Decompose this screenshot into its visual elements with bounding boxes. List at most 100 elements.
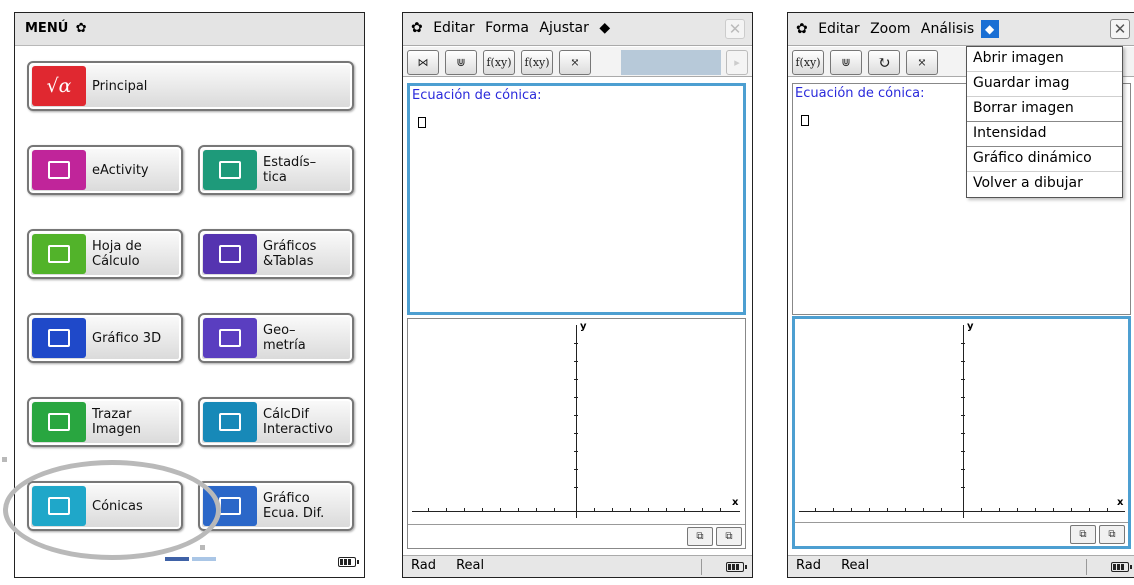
menu-item-dynamic-graph[interactable]: Gráfico dinámico xyxy=(967,147,1122,172)
conics-screen: ✿ Editar Forma Ajustar ◆ ✕ ⋈ ⋓ f(xy) f(x… xyxy=(402,12,753,578)
fxy-draw-icon[interactable]: f(xy) xyxy=(521,50,553,75)
y-axis-label: y xyxy=(580,321,587,332)
battery-icon xyxy=(338,557,359,567)
status-divider xyxy=(1086,559,1087,575)
app-statistics-button[interactable]: Estadís– tica xyxy=(198,145,354,195)
paste-icon[interactable]: ⧉ xyxy=(1099,525,1125,544)
statistics-icon xyxy=(203,150,257,190)
conics-icon xyxy=(32,486,86,526)
menu-edit[interactable]: Editar xyxy=(818,21,859,37)
app-label: Trazar Imagen xyxy=(92,407,141,437)
menu-item-open-image[interactable]: Abrir imagen xyxy=(967,47,1122,72)
menu-bar: ✿ Editar Forma Ajustar ◆ xyxy=(403,13,752,46)
close-icon[interactable]: ✕ xyxy=(725,19,745,39)
gear-icon[interactable]: ✿ xyxy=(76,21,87,36)
input-cursor[interactable] xyxy=(418,117,426,128)
toolbar-scroll-icon[interactable]: ▸ xyxy=(726,50,748,75)
highlight-dot xyxy=(2,457,7,462)
menu-item-intensity[interactable]: Intensidad xyxy=(967,122,1122,147)
app-geometry-button[interactable]: Geo– metría xyxy=(198,313,354,363)
y-axis-label: y xyxy=(967,321,974,332)
equation-editor[interactable]: Ecuación de cónica: xyxy=(407,83,746,315)
eactivity-icon xyxy=(32,150,86,190)
diamond-menu-icon[interactable]: ◆ xyxy=(599,20,610,36)
app-principal-button[interactable]: √α Principal xyxy=(27,61,354,111)
app-label: eActivity xyxy=(92,162,149,178)
toolbar: ⋈ ⋓ f(xy) f(xy) ⤧ ▸ xyxy=(403,47,752,77)
status-divider xyxy=(701,559,702,575)
menu-analysis[interactable]: Análisis xyxy=(921,21,974,37)
app-diffeq-graph-button[interactable]: Gráfico Ecua. Dif. xyxy=(198,481,354,531)
y-axis xyxy=(576,325,577,518)
copy-icon[interactable]: ⧉ xyxy=(1070,525,1096,544)
app-label: CálcDif Interactivo xyxy=(263,407,333,437)
graph-window[interactable]: y x ⧉ ⧉ xyxy=(792,316,1131,549)
parabola-icon[interactable]: ⋓ xyxy=(830,50,862,75)
app-spreadsheet-button[interactable]: Hoja de Cálculo xyxy=(27,229,183,279)
app-picture-plot-button[interactable]: Trazar Imagen xyxy=(27,397,183,447)
resize-icon[interactable]: ⤧ xyxy=(559,50,591,75)
redraw-icon[interactable]: ↻ xyxy=(868,50,900,75)
app-graph3d-button[interactable]: Gráfico 3D xyxy=(27,313,183,363)
page-dot-active xyxy=(165,557,189,561)
fxy-down-icon[interactable]: f(xy) xyxy=(483,50,515,75)
app-eactivity-button[interactable]: eActivity xyxy=(27,145,183,195)
equation-label: Ecuación de cónica: xyxy=(795,86,925,101)
diffcalc-icon xyxy=(203,402,257,442)
angle-mode[interactable]: Rad xyxy=(411,558,436,573)
parabola-icon[interactable]: ⋓ xyxy=(445,50,477,75)
toolbar-empty-area xyxy=(621,50,721,75)
x-axis xyxy=(799,511,1125,512)
app-label: Gráfico Ecua. Dif. xyxy=(263,491,325,521)
x-axis-label: x xyxy=(732,497,739,508)
graph-command-bar: ⧉ ⧉ xyxy=(795,522,1128,546)
app-label: Principal xyxy=(92,78,148,94)
graph-table-icon xyxy=(203,234,257,274)
menu-bar: ✿ Editar Zoom Análisis ◆ xyxy=(788,13,1134,46)
number-mode[interactable]: Real xyxy=(456,558,484,573)
app-label: Estadís– tica xyxy=(263,155,317,185)
close-icon[interactable]: ✕ xyxy=(1110,19,1130,39)
menu-zoom[interactable]: Zoom xyxy=(870,21,910,37)
x-axis-label: x xyxy=(1117,497,1124,508)
highlight-dot xyxy=(200,545,205,550)
number-mode[interactable]: Real xyxy=(841,558,869,573)
sqrt-alpha-icon: √α xyxy=(32,66,86,106)
diffeq-graph-icon xyxy=(203,486,257,526)
y-axis xyxy=(963,325,964,518)
battery-icon xyxy=(726,562,747,572)
resize-icon[interactable]: ⤧ xyxy=(906,50,938,75)
diamond-dropdown-menu: Abrir imagen Guardar imag Borrar imagen … xyxy=(966,46,1123,198)
app-label: Gráfico 3D xyxy=(92,330,162,346)
app-label: Geo– metría xyxy=(263,323,306,353)
copy-icon[interactable]: ⧉ xyxy=(687,527,713,546)
angle-mode[interactable]: Rad xyxy=(796,558,821,573)
menu-item-redraw[interactable]: Volver a dibujar xyxy=(967,172,1122,197)
fxy-icon[interactable]: f(xy) xyxy=(792,50,824,75)
picture-plot-icon xyxy=(32,402,86,442)
input-cursor[interactable] xyxy=(801,115,809,126)
menu-title-bar: MENÚ ✿ xyxy=(15,13,364,46)
gear-icon[interactable]: ✿ xyxy=(411,20,423,36)
app-label: Gráficos &Tablas xyxy=(263,239,317,269)
gear-icon[interactable]: ✿ xyxy=(796,21,808,37)
graph-command-bar: ⧉ ⧉ xyxy=(408,524,745,548)
app-label: Cónicas xyxy=(92,498,143,514)
battery-icon xyxy=(1111,562,1132,572)
menu-adjust[interactable]: Ajustar xyxy=(539,20,588,36)
paste-icon[interactable]: ⧉ xyxy=(716,527,742,546)
app-conics-button[interactable]: Cónicas xyxy=(27,481,183,531)
app-graph-table-button[interactable]: Gráficos &Tablas xyxy=(198,229,354,279)
conic-shape-icon[interactable]: ⋈ xyxy=(407,50,439,75)
menu-item-save-image[interactable]: Guardar imag xyxy=(967,72,1122,97)
diamond-menu-icon[interactable]: ◆ xyxy=(980,20,999,38)
menu-title: MENÚ xyxy=(25,21,69,36)
menu-edit[interactable]: Editar xyxy=(433,20,474,36)
graph3d-icon xyxy=(32,318,86,358)
graph-window[interactable]: y x ⧉ ⧉ xyxy=(407,318,746,549)
menu-form[interactable]: Forma xyxy=(485,20,529,36)
menu-item-clear-image[interactable]: Borrar imagen xyxy=(967,97,1122,122)
app-diffcalc-button[interactable]: CálcDif Interactivo xyxy=(198,397,354,447)
conics-screen-menu-open: ✿ Editar Zoom Análisis ◆ ✕ f(xy) ⋓ ↻ ⤧ E… xyxy=(787,12,1134,578)
page-indicator xyxy=(165,557,216,561)
